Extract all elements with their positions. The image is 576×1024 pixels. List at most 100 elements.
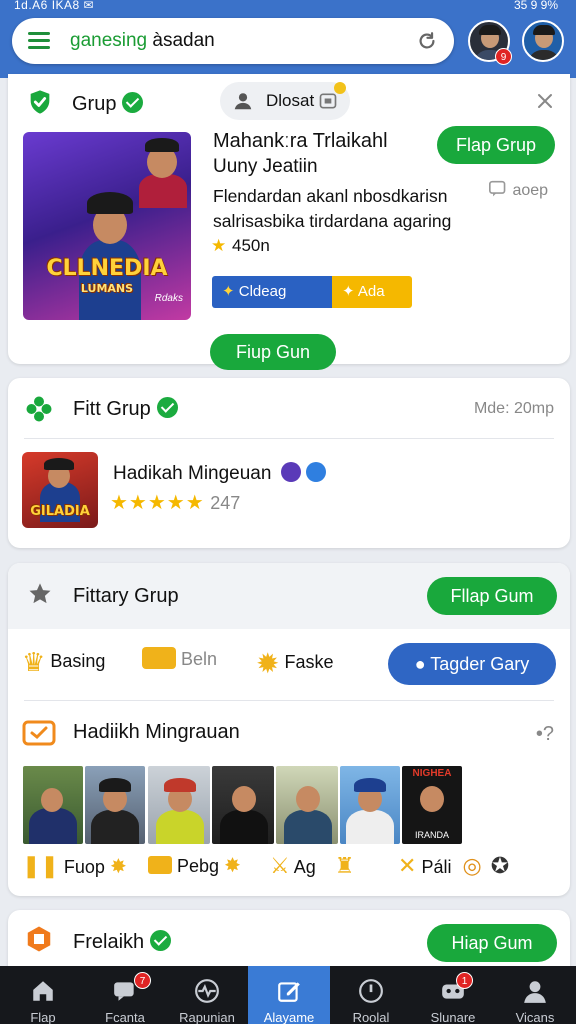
reward-label: Fuop	[63, 857, 105, 877]
status-left-text: 1d.A6 IKA8 ✉	[14, 0, 95, 12]
swords-icon: ⚔	[270, 853, 290, 878]
divider	[24, 700, 554, 701]
app-title: Mahankːra Trlaikahl	[213, 130, 388, 152]
person-icon	[524, 981, 546, 1003]
section-title: Hadiikh Mingrauan	[73, 721, 240, 743]
item-name-text: Hadikah Mingeuan	[113, 463, 272, 484]
game-logo-signature: Rdaks	[154, 293, 183, 304]
close-icon[interactable]	[536, 92, 554, 110]
nav-item-home[interactable]: Flap	[2, 966, 84, 1024]
status-chip-label: Dlosat	[266, 91, 315, 110]
join-frelaikh-button[interactable]: Hiap Gum	[427, 924, 557, 962]
card-meta: Mde: 20mp	[473, 400, 554, 417]
sparkle-small-icon: ✦	[342, 283, 355, 300]
photo-caption-bottom: IRANDA	[414, 830, 449, 840]
reward-pebg[interactable]: Pebg ✸	[148, 853, 241, 878]
premium-badge-icon	[280, 462, 301, 482]
reward-pali[interactable]: ✕ Páli ◎ ✪	[398, 853, 509, 879]
member-photo-3[interactable]	[148, 766, 210, 844]
category-faske[interactable]: ✹ Faske	[256, 647, 334, 680]
compass-icon: ✪	[490, 853, 510, 878]
game-thumbnail[interactable]: CLLNEDIA LUMANS Rdaks	[23, 132, 191, 320]
nav-badge: 1	[456, 972, 473, 989]
feature-badge[interactable]: ✦ Cldeag Miarl	[212, 276, 332, 332]
fit-group-card: Fitt Grup Mde: 20mp GILADIA Hadikah Ming…	[8, 378, 570, 548]
join-fittary-button[interactable]: Fllap Gum	[427, 577, 557, 615]
nav-item-profile[interactable]: Vicans	[494, 966, 576, 1024]
app-description: Flendardan akanl nbosdkarisn salrisasbik…	[213, 186, 452, 231]
member-photo-6[interactable]	[340, 766, 400, 844]
side-link-label: aoep	[512, 182, 549, 199]
gear-gold-icon: ✸	[224, 855, 241, 877]
tag-gary-button[interactable]: ● Tagder Gary	[388, 643, 556, 685]
card-title-text: Frelaikh	[73, 931, 145, 953]
follow-group-button[interactable]: Fiup Gun	[210, 334, 336, 370]
member-photo-7[interactable]: NIGHEA IRANDA	[402, 766, 462, 844]
alert-dot-icon	[334, 82, 346, 94]
category-label: Basing	[50, 651, 106, 671]
nav-item-time[interactable]: Roolal	[330, 966, 412, 1024]
card-title: Frelaikh	[73, 930, 172, 954]
menu-icon[interactable]	[28, 32, 50, 50]
item-name: Hadikah Mingeuan	[113, 462, 327, 485]
nav-item-create[interactable]: Alayame	[248, 966, 330, 1024]
bottom-navigation: Flap 7 Fcanta Rapunian Alayame Roolal 1 …	[0, 966, 576, 1024]
profile-avatar-2[interactable]	[522, 20, 564, 62]
app-subtitle: Uuny Jeatiin	[213, 156, 318, 177]
crown-icon: ♛	[22, 647, 46, 677]
nav-item-games[interactable]: 1 Slunare	[412, 966, 494, 1024]
tag-gary-label: Tagder Gary	[430, 654, 530, 674]
gold-bars-icon	[142, 647, 176, 669]
verified-icon	[156, 397, 178, 418]
user-icon	[234, 93, 252, 110]
status-bar: 1d.A6 IKA8 ✉ 35 9 9%	[0, 0, 576, 14]
search-input[interactable]: ganesing àsadan	[70, 30, 215, 52]
group-thumbnail[interactable]: GILADIA	[22, 452, 98, 528]
reward-ag[interactable]: ⚔ Ag ♜	[270, 853, 355, 879]
rating-count: 247	[210, 493, 241, 513]
reward-label: Ag	[293, 857, 316, 877]
member-photo-4[interactable]	[212, 766, 274, 844]
photo-caption-top: NIGHEA	[412, 768, 452, 779]
category-basing[interactable]: ♛ Basing	[22, 647, 105, 678]
card-title: Grup	[72, 92, 144, 116]
star-badge-icon	[29, 583, 51, 604]
ticket-icon	[22, 720, 56, 746]
nav-label: Vicans	[515, 1010, 555, 1024]
app-rating-value: 450n	[231, 236, 270, 255]
member-photo-2[interactable]	[85, 766, 145, 844]
status-chip[interactable]: Dlosat	[220, 82, 350, 120]
verified-blue-icon	[306, 462, 327, 482]
edit-icon	[278, 982, 300, 1002]
nav-label: Flap	[30, 1010, 56, 1024]
nav-item-chat[interactable]: 7 Fcanta	[84, 966, 166, 1024]
side-link[interactable]: aoep	[488, 180, 548, 200]
reward-label: Pebg	[177, 856, 220, 876]
spiral-icon: ◎	[462, 853, 482, 878]
join-group-button[interactable]: Flap Grup	[437, 126, 555, 164]
reward-fuop[interactable]: ❚❚ Fuop ✸	[22, 853, 127, 879]
reward-label: Páli	[421, 857, 452, 877]
card-title-text: Fitt Grup	[73, 398, 151, 420]
add-badge[interactable]: ✦ Ada	[332, 276, 412, 308]
game-logo-text: CLLNEDIA	[46, 256, 168, 281]
category-beln[interactable]: Beln	[142, 647, 217, 670]
sparkle-icon: ✦	[222, 283, 235, 300]
featured-group-card: Grup Dlosat CLLNEDIA LUMANS Rdaks Mahank…	[8, 74, 570, 370]
fittary-group-card: Fittary Grup Fllap Gum ♛ Basing Beln ✹ F…	[8, 563, 570, 896]
star-icon: ★	[211, 236, 228, 255]
member-photo-5[interactable]	[276, 766, 338, 844]
search-bar[interactable]: ganesing àsadan	[12, 18, 454, 64]
nav-item-activity[interactable]: Rapunian	[166, 966, 248, 1024]
reload-icon[interactable]	[416, 30, 438, 52]
torch-icon: ♜	[334, 853, 355, 878]
verified-icon	[122, 92, 144, 113]
nav-label: Alayame	[263, 1010, 315, 1024]
member-photo-1[interactable]	[23, 766, 83, 844]
bars-icon: ❚❚	[22, 853, 59, 878]
divider	[24, 438, 554, 439]
chest-icon	[148, 856, 172, 874]
card-title: Fitt Grup	[73, 397, 178, 421]
category-label: Faske	[284, 652, 334, 672]
status-right-text: 35 9 9%	[513, 0, 558, 12]
